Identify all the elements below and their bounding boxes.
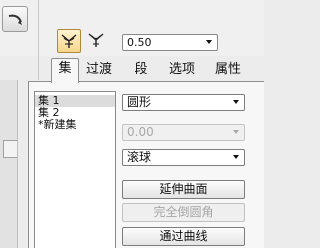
tab-sets-label: 集 (58, 61, 72, 76)
toolbar-divider (38, 0, 39, 80)
tab-bar: 集 过渡 段 选项 属性 (44, 58, 264, 83)
round-set-icon (61, 34, 77, 48)
tab-options-label: 选项 (168, 62, 195, 77)
cross-section-value: 圆形 (127, 95, 152, 109)
side-panel-tab[interactable] (3, 140, 17, 158)
chevron-down-icon (233, 100, 239, 104)
chevron-down-icon (233, 155, 239, 159)
tab-pieces-label: 段 (134, 62, 148, 77)
previous-feature-button[interactable] (2, 6, 28, 32)
conic-value-text: 0.00 (127, 125, 154, 139)
value-combo-text: 0.50 (127, 36, 152, 49)
tab-sets[interactable]: 集 (51, 58, 79, 83)
conic-value-dropdown[interactable]: 0.00 (122, 124, 245, 141)
chevron-down-icon (206, 40, 212, 44)
corner-curve-icon (8, 14, 22, 25)
full-round-button[interactable]: 完全倒圆角 (122, 203, 245, 222)
round-set-mode-button[interactable] (57, 29, 81, 53)
tab-transitions[interactable]: 过渡 (83, 60, 115, 81)
tab-properties-label: 属性 (214, 62, 241, 77)
chevron-down-icon (233, 130, 239, 134)
transition-mode-button[interactable] (85, 29, 109, 53)
round-transition-icon (88, 33, 104, 47)
through-curve-button[interactable]: 通过曲线 (122, 227, 245, 246)
set-list[interactable]: 集 1 集 2 *新建集 (34, 91, 116, 248)
tab-properties[interactable]: 属性 (212, 60, 244, 81)
creation-method-dropdown[interactable]: 滚球 (122, 149, 245, 166)
creation-method-value: 滚球 (127, 150, 152, 164)
list-item[interactable]: *新建集 (35, 119, 115, 131)
tab-pieces[interactable]: 段 (130, 60, 152, 81)
side-panel-edge (0, 80, 18, 248)
tab-options[interactable]: 选项 (166, 60, 198, 81)
cross-section-dropdown[interactable]: 圆形 (122, 94, 245, 111)
value-combo[interactable]: 0.50 (122, 34, 218, 51)
tab-transitions-label: 过渡 (85, 62, 112, 77)
extend-surface-button[interactable]: 延伸曲面 (122, 180, 245, 199)
